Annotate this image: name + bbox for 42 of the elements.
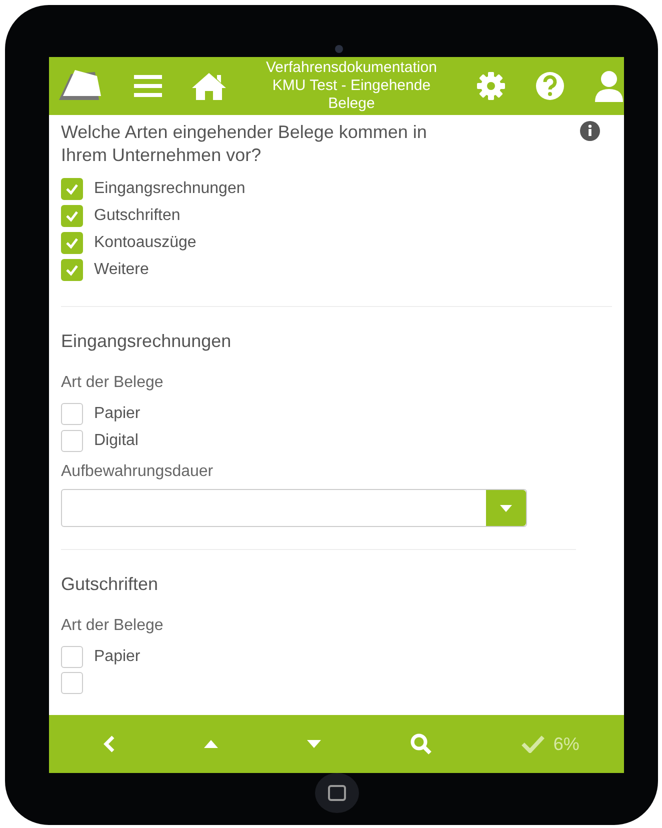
checkbox-label: Eingangsrechnungen (94, 180, 246, 198)
checkbox-label: Weitere (94, 261, 149, 279)
back-icon[interactable] (103, 735, 116, 753)
checkbox-label: Gutschriften (94, 207, 180, 225)
checkbox[interactable] (61, 672, 83, 694)
section-title: Gutschriften (61, 574, 160, 595)
help-icon[interactable] (534, 71, 565, 101)
checkbox[interactable] (61, 430, 83, 452)
checkbox[interactable] (61, 646, 83, 668)
checkbox[interactable] (61, 403, 83, 425)
check-icon (65, 182, 79, 196)
camera-dot (335, 45, 343, 53)
field-label: Aufbewahrungsdauer (61, 463, 214, 481)
window-title: Verfahrensdokumentation KMU Test - Eingehende Belege (264, 59, 438, 113)
down-caret-icon[interactable] (307, 740, 322, 748)
checkbox-label: Papier (94, 648, 140, 666)
field-label: Art der Belege (61, 374, 164, 392)
home-button[interactable] (315, 773, 359, 813)
checkbox-label: Papier (94, 405, 140, 423)
section-title: Eingangsrechnungen (61, 331, 232, 352)
check-icon (65, 236, 79, 250)
search-icon[interactable] (410, 733, 432, 755)
up-caret-icon[interactable] (204, 740, 218, 748)
checkbox[interactable] (61, 259, 83, 281)
caret-icon (500, 504, 512, 512)
info-icon[interactable] (580, 121, 600, 141)
home-icon[interactable] (191, 71, 228, 101)
checkbox[interactable] (61, 232, 83, 254)
question-text: Welche Arten eingehender Belege kommen in Ihrem Unternehmen vor? (61, 121, 428, 167)
dropdown-field[interactable] (61, 489, 527, 527)
checkbox[interactable] (61, 178, 83, 200)
checkbox[interactable] (61, 205, 83, 227)
checkbox-label: Digital (94, 432, 138, 450)
check-icon (521, 735, 546, 753)
checkbox-label: Kontoauszüge (94, 234, 196, 252)
field-label: Art der Belege (61, 617, 164, 635)
user-icon[interactable] (594, 70, 624, 102)
progress-text: 6% (553, 734, 580, 754)
check-icon (65, 209, 79, 223)
menu-icon[interactable] (134, 74, 162, 98)
check-icon (65, 263, 79, 277)
settings-icon[interactable] (476, 71, 506, 101)
